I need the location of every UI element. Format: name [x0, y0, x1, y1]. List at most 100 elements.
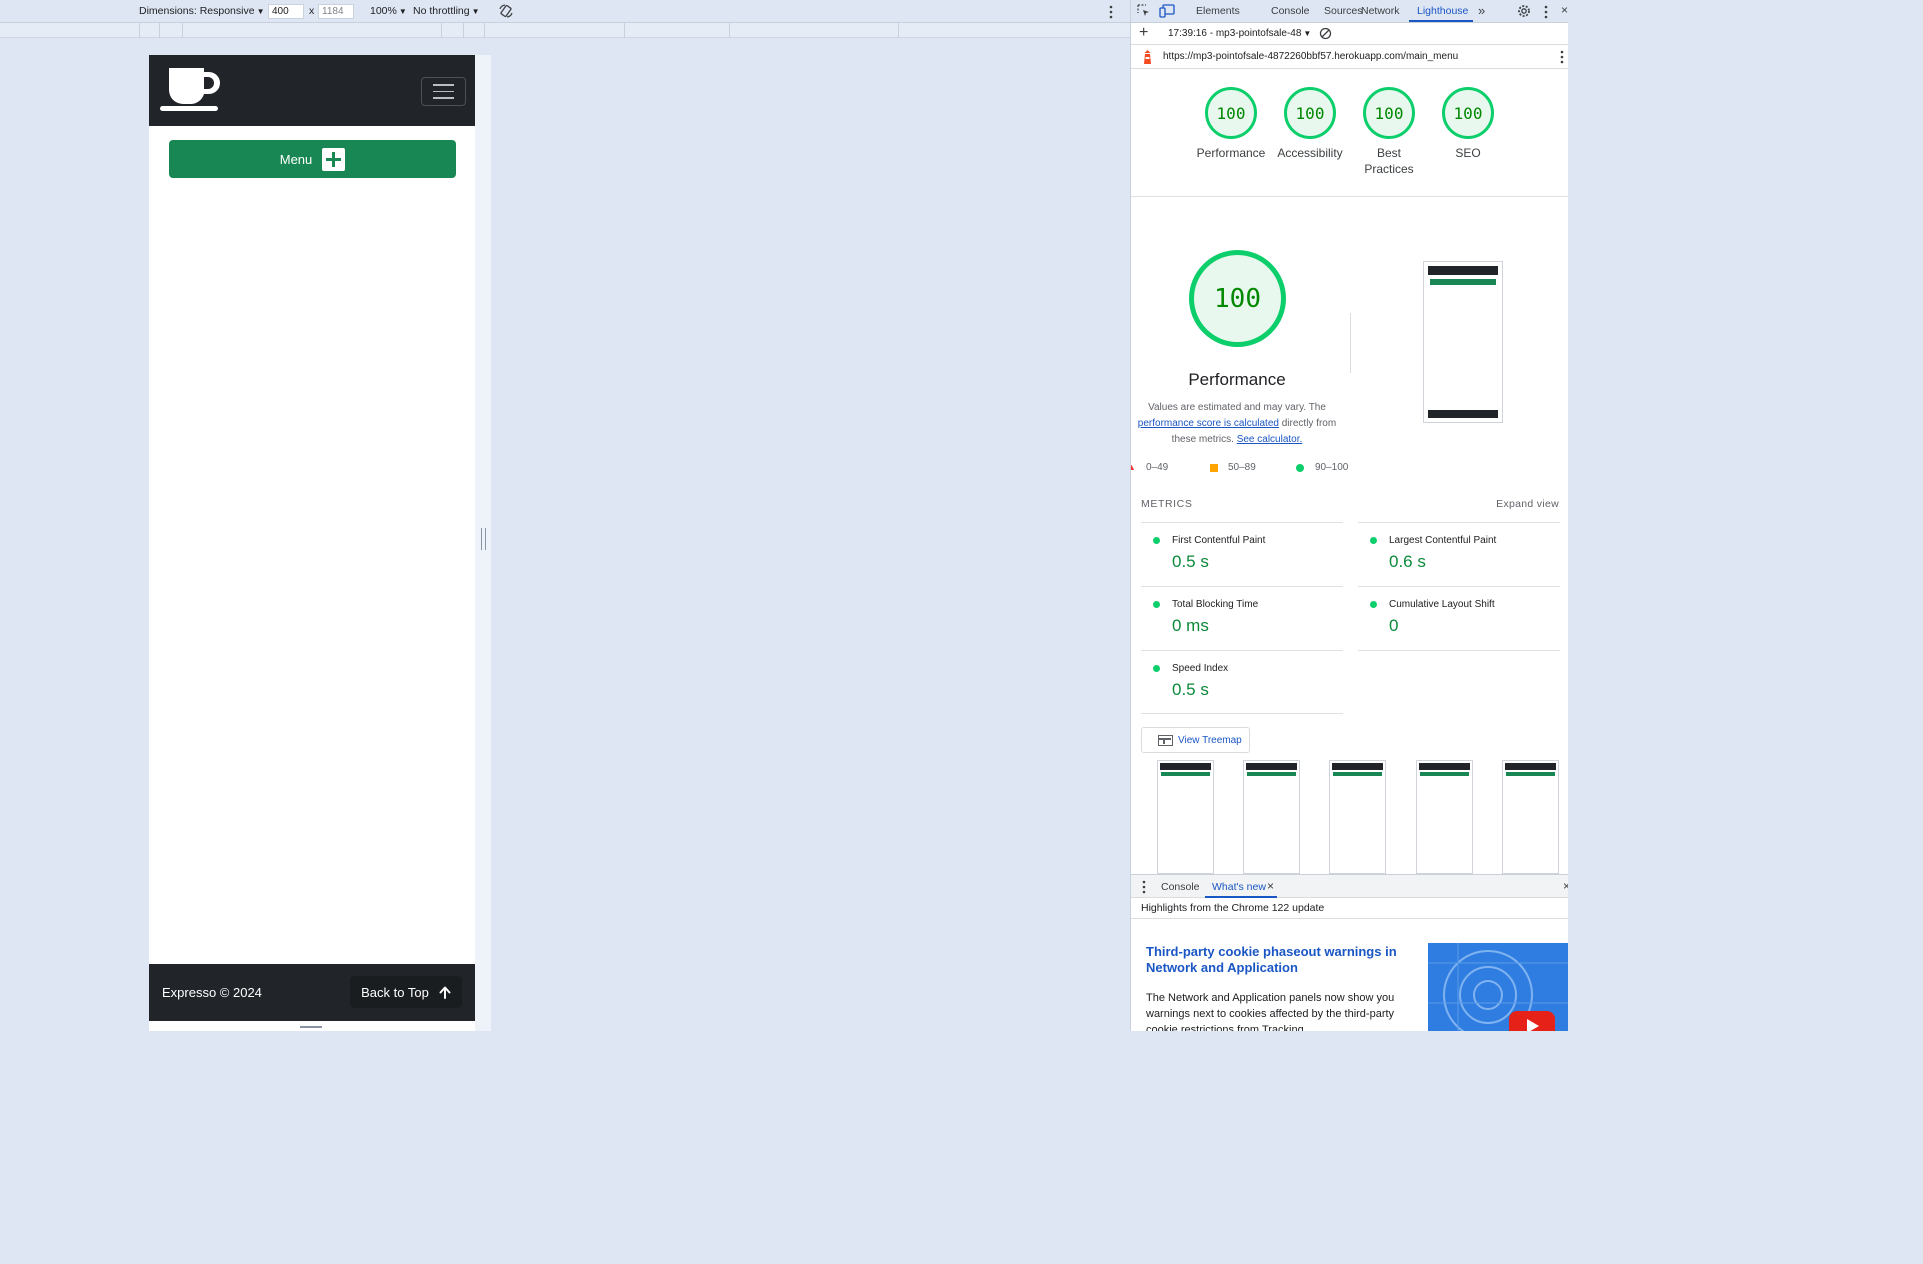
metric-value: 0.5 s [1172, 552, 1209, 571]
average-square-icon [1210, 464, 1218, 472]
footer-copyright: Expresso © 2024 [162, 985, 262, 1000]
arrow-up-icon [439, 986, 451, 999]
metric-total-blocking-time: Total Blocking Time 0 ms [1141, 586, 1343, 650]
tab-sources[interactable]: Sources [1324, 5, 1363, 17]
gauge-accessibility[interactable]: 100 Accessibility [1272, 87, 1348, 161]
rotate-icon[interactable] [498, 3, 514, 19]
score-gauges-row: 100 Performance 100 Accessibility 100 Be… [1131, 87, 1568, 197]
more-tabs-chevron-icon[interactable]: » [1478, 3, 1485, 18]
zoom-dropdown[interactable]: 100% ▼ [370, 5, 407, 17]
filmstrip-frame [1416, 760, 1473, 874]
more-options-icon[interactable] [1108, 5, 1114, 19]
active-tab-indicator [1205, 896, 1277, 898]
chevron-down-icon: ▼ [256, 7, 265, 16]
right-resize-handle[interactable] [481, 528, 486, 550]
filmstrip-frame [1157, 760, 1214, 874]
filmstrip-frame [1243, 760, 1300, 874]
media-query-bar[interactable] [0, 23, 1130, 38]
view-treemap-button[interactable]: View Treemap [1141, 727, 1250, 753]
drawer-tab-whats-new[interactable]: What's new [1212, 881, 1266, 893]
performance-description: Values are estimated and may vary. The p… [1131, 400, 1349, 448]
coffee-cup-logo-icon[interactable] [160, 68, 222, 113]
drawer-menu-icon[interactable] [1141, 880, 1147, 894]
divider [1350, 313, 1351, 373]
dimensions-dropdown[interactable]: Dimensions: Responsive ▼ [139, 5, 264, 17]
report-menu-icon[interactable] [1559, 50, 1565, 64]
chevron-down-icon: ▼ [471, 7, 480, 16]
divider [1131, 918, 1568, 919]
score-calculated-link[interactable]: performance score is calculated [1138, 418, 1279, 429]
menu-button[interactable]: Menu [169, 140, 456, 178]
dimensions-label: Dimensions: Responsive [139, 5, 255, 17]
navbar-toggler-button[interactable] [421, 77, 466, 106]
clear-reports-icon[interactable] [1319, 27, 1332, 40]
gauge-performance[interactable]: 100 Performance [1193, 87, 1269, 161]
throttling-dropdown[interactable]: No throttling ▼ [413, 5, 480, 17]
legend-fail: 0–49 [1146, 462, 1169, 473]
inspect-element-icon[interactable] [1137, 4, 1151, 18]
pass-dot-icon [1153, 601, 1160, 608]
metric-name: Total Blocking Time [1172, 599, 1259, 610]
whats-new-highlights: Highlights from the Chrome 122 update [1141, 902, 1325, 914]
filmstrip [1131, 760, 1568, 874]
filmstrip-frame [1329, 760, 1386, 874]
close-tab-icon[interactable]: × [1267, 879, 1274, 893]
whats-new-video-thumbnail[interactable] [1428, 943, 1568, 1031]
treemap-icon [1158, 735, 1173, 746]
device-toolbar: Dimensions: Responsive▼ x 100%▼ No throt… [0, 0, 1130, 23]
report-url-bar: https://mp3-pointofsale-4872260bbf57.her… [1131, 45, 1568, 69]
whats-new-article-body: The Network and Application panels now s… [1146, 992, 1395, 1031]
final-screenshot-thumbnail[interactable] [1423, 261, 1503, 423]
tab-elements[interactable]: Elements [1196, 5, 1240, 17]
new-report-plus-icon[interactable]: + [1139, 24, 1148, 42]
legend-average: 50–89 [1228, 462, 1256, 473]
device-toggle-icon[interactable] [1159, 4, 1175, 18]
close-devtools-icon[interactable]: × [1561, 3, 1568, 17]
report-selector[interactable]: 17:39:16 - mp3-pointofsale-48 ▼ [1168, 28, 1311, 39]
expand-view-toggle[interactable]: Expand view [1496, 498, 1559, 510]
score-legend: ▲ 0–49 50–89 90–100 [1131, 462, 1351, 476]
tab-console[interactable]: Console [1271, 5, 1310, 17]
filmstrip-frame [1502, 760, 1559, 874]
devtools-panel: Elements Console Sources Network Lightho… [1130, 0, 1568, 1031]
drawer-tab-console[interactable]: Console [1161, 881, 1200, 893]
gauge-score: 100 [1205, 87, 1257, 139]
youtube-play-icon[interactable] [1509, 1011, 1555, 1031]
gauge-seo[interactable]: 100 SEO [1438, 87, 1498, 161]
metric-speed-index: Speed Index 0.5 s [1141, 650, 1343, 714]
metric-first-contentful-paint: First Contentful Paint 0.5 s [1141, 522, 1343, 586]
zoom-label: 100% [370, 5, 397, 17]
site-navbar [149, 55, 475, 126]
bottom-resize-handle[interactable] [300, 1026, 322, 1028]
dimension-separator: x [309, 5, 315, 17]
report-selector-label: 17:39:16 - mp3-pointofsale-48 [1168, 28, 1302, 39]
tab-network[interactable]: Network [1361, 5, 1400, 17]
gauge-score: 100 [1442, 87, 1494, 139]
whats-new-article-title[interactable]: Third-party cookie phaseout warnings in … [1146, 944, 1406, 976]
hamburger-icon [433, 84, 454, 86]
width-input[interactable] [268, 4, 304, 19]
metric-name: Cumulative Layout Shift [1389, 599, 1495, 610]
gauge-score: 100 [1363, 87, 1415, 139]
settings-gear-icon[interactable] [1517, 4, 1531, 18]
pass-dot-icon [1153, 665, 1160, 672]
close-drawer-icon[interactable]: × [1563, 879, 1568, 893]
height-input[interactable] [318, 4, 354, 19]
lighthouse-logo-icon [1144, 50, 1151, 64]
report-url: https://mp3-pointofsale-4872260bbf57.her… [1163, 51, 1459, 62]
fail-triangle-icon: ▲ [1131, 462, 1136, 472]
gauge-label: SEO [1455, 146, 1481, 160]
back-to-top-button[interactable]: Back to Top [350, 976, 462, 1008]
tab-lighthouse[interactable]: Lighthouse [1417, 5, 1468, 17]
back-to-top-label: Back to Top [361, 984, 429, 1000]
gauge-best-practices[interactable]: 100 Best Practices [1359, 87, 1419, 177]
metrics-title: METRICS [1141, 498, 1193, 510]
desc-text: Values are estimated and may vary. The [1148, 402, 1326, 413]
pass-dot-icon [1370, 537, 1377, 544]
legend-pass: 90–100 [1315, 462, 1349, 473]
metrics-header: METRICS Expand view [1141, 498, 1559, 510]
active-tab-indicator [1409, 20, 1473, 22]
devtools-menu-icon[interactable] [1543, 5, 1549, 19]
see-calculator-link[interactable]: See calculator. [1237, 434, 1303, 445]
gauge-label: Performance [1196, 146, 1266, 160]
